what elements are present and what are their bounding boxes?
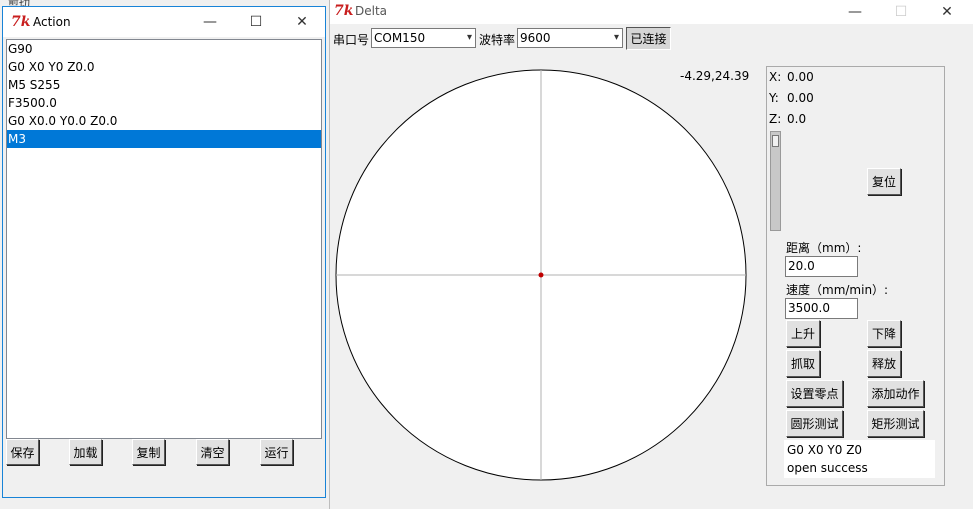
- chevron-down-icon: ▾: [613, 32, 619, 43]
- z-slider-thumb[interactable]: [772, 135, 779, 147]
- port-value: COM150: [374, 31, 426, 45]
- down-button-label: 下降: [871, 327, 896, 341]
- minimize-button[interactable]: —: [832, 0, 878, 24]
- distance-field[interactable]: 20.0: [785, 256, 858, 277]
- x-value: 0.00: [787, 70, 814, 84]
- z-value: 0.0: [787, 112, 807, 126]
- load-button-label: 加载: [73, 445, 98, 460]
- circle-test-button-label: 圆形测试: [790, 417, 839, 431]
- copy-button-label: 复制: [136, 445, 161, 460]
- log-output[interactable]: G0 X0 Y0 Z0 open success: [784, 440, 935, 478]
- clear-button-label: 清空: [200, 445, 225, 460]
- load-button[interactable]: 加载: [69, 439, 102, 465]
- run-button-label: 运行: [264, 445, 289, 460]
- close-button[interactable]: ✕: [924, 0, 970, 24]
- z-slider[interactable]: [770, 131, 781, 231]
- speed-field[interactable]: 3500.0: [785, 298, 858, 319]
- list-item[interactable]: G90: [7, 40, 321, 58]
- close-icon: ✕: [941, 4, 953, 20]
- up-button[interactable]: 上升: [786, 320, 820, 347]
- connect-button[interactable]: 已连接: [626, 27, 671, 50]
- list-item-selected[interactable]: M3: [7, 130, 321, 148]
- log-line: G0 X0 Y0 Z0: [787, 443, 863, 457]
- workspace-canvas[interactable]: [334, 62, 754, 486]
- list-item[interactable]: G0 X0.0 Y0.0 Z0.0: [7, 112, 321, 130]
- close-button[interactable]: ✕: [279, 9, 325, 35]
- up-button-label: 上升: [790, 327, 815, 341]
- coord-readout: -4.29,24.39: [680, 69, 750, 83]
- cursor-dot: [538, 272, 544, 278]
- maximize-icon: ☐: [894, 4, 908, 20]
- maximize-button[interactable]: ☐: [233, 9, 279, 35]
- tk-logo-icon: 7k: [11, 14, 31, 30]
- minimize-icon: —: [203, 14, 217, 30]
- port-select[interactable]: COM150 ▾: [371, 28, 476, 48]
- tk-logo-icon: 7k: [334, 3, 354, 19]
- copy-button[interactable]: 复制: [132, 439, 165, 465]
- baud-label: 波特率: [479, 33, 516, 47]
- distance-label: 距离（mm）:: [786, 241, 862, 255]
- save-button-label: 保存: [10, 445, 35, 460]
- list-item[interactable]: G0 X0 Y0 Z0.0: [7, 58, 321, 76]
- reset-button[interactable]: 复位: [867, 168, 901, 195]
- delta-window: 7k Delta — ☐ ✕ 串口号 COM150 ▾ 波特率 9600 ▾ 已…: [329, 0, 973, 509]
- grab-button-label: 抓取: [790, 357, 815, 371]
- action-titlebar[interactable]: 7k Action — ☐ ✕: [3, 7, 325, 37]
- delta-titlebar[interactable]: 7k Delta — ☐ ✕: [330, 0, 973, 24]
- set-zero-button[interactable]: 设置零点: [786, 380, 843, 407]
- action-window: 7k Action — ☐ ✕ G90 G0 X0 Y0 Z0.0 M5 S25…: [2, 6, 326, 498]
- baud-value: 9600: [520, 31, 551, 45]
- maximize-icon: ☐: [249, 14, 263, 30]
- down-button[interactable]: 下降: [867, 320, 901, 347]
- reset-button-label: 复位: [871, 175, 896, 189]
- y-value: 0.00: [787, 91, 814, 105]
- action-title: Action: [33, 15, 71, 29]
- list-item[interactable]: F3500.0: [7, 94, 321, 112]
- clear-button[interactable]: 清空: [196, 439, 229, 465]
- baud-select[interactable]: 9600 ▾: [517, 28, 623, 48]
- minimize-button[interactable]: —: [187, 9, 233, 35]
- port-label: 串口号: [333, 33, 370, 47]
- add-action-button[interactable]: 添加动作: [867, 380, 924, 407]
- distance-value: 20.0: [788, 259, 815, 273]
- z-label: Z:: [769, 112, 782, 126]
- grab-button[interactable]: 抓取: [786, 350, 820, 377]
- y-label: Y:: [769, 91, 779, 105]
- x-label: X:: [769, 70, 782, 84]
- set-zero-button-label: 设置零点: [790, 387, 839, 401]
- maximize-button[interactable]: ☐: [878, 0, 924, 24]
- minimize-icon: —: [848, 4, 862, 20]
- rect-test-button[interactable]: 矩形测试: [867, 410, 924, 437]
- speed-value: 3500.0: [788, 301, 830, 315]
- add-action-button-label: 添加动作: [871, 387, 920, 401]
- release-button-label: 释放: [871, 357, 896, 371]
- speed-label: 速度（mm/min）:: [786, 283, 889, 297]
- delta-title: Delta: [355, 4, 388, 18]
- connect-button-label: 已连接: [630, 32, 667, 46]
- rect-test-button-label: 矩形测试: [871, 417, 920, 431]
- list-item[interactable]: M5 S255: [7, 76, 321, 94]
- run-button[interactable]: 运行: [260, 439, 293, 465]
- chevron-down-icon: ▾: [466, 32, 472, 43]
- log-line: open success: [787, 461, 868, 475]
- close-icon: ✕: [296, 14, 308, 30]
- action-list[interactable]: G90 G0 X0 Y0 Z0.0 M5 S255 F3500.0 G0 X0.…: [6, 39, 322, 439]
- circle-test-button[interactable]: 圆形测试: [786, 410, 843, 437]
- release-button[interactable]: 释放: [867, 350, 901, 377]
- save-button[interactable]: 保存: [6, 439, 39, 465]
